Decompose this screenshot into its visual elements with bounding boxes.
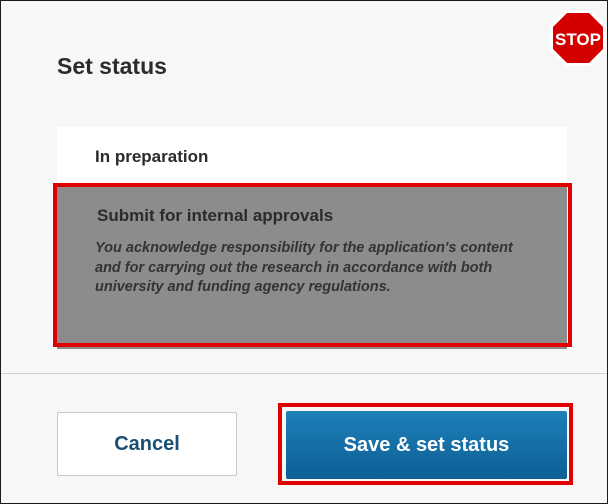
stop-sign-text: STOP (555, 30, 601, 49)
status-option-in-preparation[interactable]: In preparation (57, 127, 567, 185)
highlight-box-selected-option (53, 183, 572, 347)
stop-sign-icon: STOP (550, 10, 606, 66)
cancel-button[interactable]: Cancel (57, 412, 237, 476)
footer-divider (1, 373, 607, 374)
dialog-title: Set status (57, 53, 167, 79)
highlight-box-save-button (278, 403, 573, 485)
status-option-label: In preparation (95, 147, 209, 166)
set-status-dialog: STOP Set status In preparation Submit fo… (0, 0, 608, 504)
